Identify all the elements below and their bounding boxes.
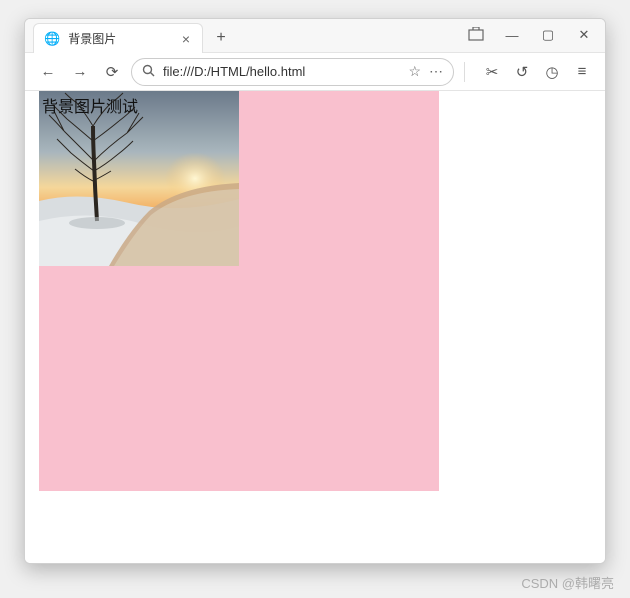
reload-button[interactable]: ⟳ xyxy=(99,59,125,85)
background-image xyxy=(39,91,239,266)
search-icon xyxy=(142,64,155,80)
history-icon[interactable]: ◷ xyxy=(539,59,565,85)
more-icon[interactable]: ⋯ xyxy=(429,63,443,80)
url-input[interactable] xyxy=(163,64,400,79)
minimize-button[interactable]: — xyxy=(501,28,523,43)
address-bar[interactable]: ☆ ⋯ xyxy=(131,58,454,86)
undo-icon[interactable]: ↺ xyxy=(509,59,535,85)
page-heading: 背景图片测试 xyxy=(42,93,138,117)
close-window-button[interactable]: ✕ xyxy=(573,27,595,43)
maximize-button[interactable]: ▢ xyxy=(537,27,559,43)
back-button[interactable]: ← xyxy=(35,59,61,85)
menu-icon[interactable]: ≡ xyxy=(569,59,595,85)
toolbar: ← → ⟳ ☆ ⋯ ✂ ↺ ◷ ≡ xyxy=(25,53,605,91)
right-tools: ✂ ↺ ◷ ≡ xyxy=(479,59,595,85)
background-test-box: 背景图片测试 xyxy=(39,91,439,491)
page-content: 背景图片测试 xyxy=(25,91,605,563)
scissors-icon[interactable]: ✂ xyxy=(479,59,505,85)
tab-title: 背景图片 xyxy=(68,30,170,47)
close-tab-icon[interactable]: × xyxy=(178,31,194,47)
browser-window: 🌐 背景图片 × + — ▢ ✕ ← → ⟳ ☆ ⋯ ✂ ↺ xyxy=(24,18,606,564)
watermark: CSDN @韩曙亮 xyxy=(521,573,614,592)
separator xyxy=(464,62,465,82)
bookmark-icon[interactable]: ☆ xyxy=(408,63,421,80)
window-controls: — ▢ ✕ xyxy=(465,18,605,52)
extension-icon[interactable] xyxy=(465,27,487,44)
forward-button[interactable]: → xyxy=(67,59,93,85)
globe-icon: 🌐 xyxy=(44,31,60,47)
new-tab-button[interactable]: + xyxy=(207,24,235,52)
titlebar: 🌐 背景图片 × + — ▢ ✕ xyxy=(25,19,605,53)
browser-tab[interactable]: 🌐 背景图片 × xyxy=(33,23,203,53)
